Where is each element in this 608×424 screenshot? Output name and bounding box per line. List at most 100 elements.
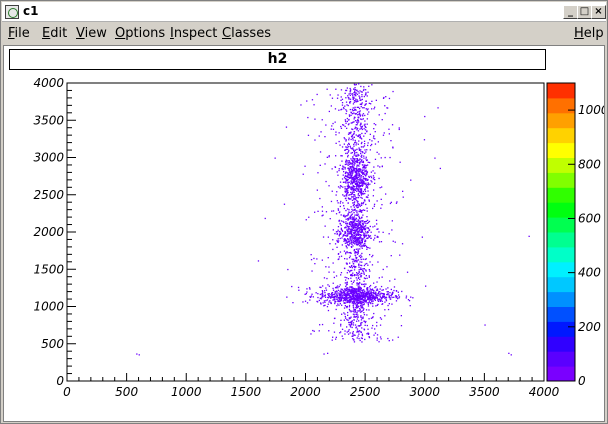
data-point [370, 144, 372, 147]
data-point [359, 137, 361, 139]
data-point [354, 195, 356, 197]
maximize-button[interactable]: □ [577, 5, 592, 19]
data-point [362, 283, 365, 286]
data-point [384, 301, 386, 303]
data-point [364, 297, 366, 299]
data-point [347, 182, 349, 184]
data-point [349, 232, 351, 234]
data-point [328, 293, 330, 295]
data-point [344, 138, 346, 140]
data-point [332, 262, 334, 264]
data-point [360, 99, 362, 101]
palette-tick-label: 1000 [578, 103, 604, 117]
data-point [328, 156, 330, 158]
data-point [375, 305, 377, 307]
data-point [356, 89, 358, 91]
data-point [352, 172, 354, 174]
data-point [363, 140, 366, 142]
data-point [327, 309, 330, 312]
close-button[interactable]: × [591, 5, 606, 19]
data-point [345, 285, 347, 287]
data-point [355, 306, 357, 309]
data-point [360, 319, 363, 321]
data-point [345, 306, 348, 308]
data-point [366, 186, 369, 188]
data-point [376, 304, 378, 306]
data-point [354, 214, 356, 216]
data-point [377, 299, 379, 301]
menu-view[interactable]: View [76, 26, 107, 41]
data-point [374, 106, 376, 108]
data-point [364, 290, 366, 292]
data-point [339, 303, 341, 305]
data-point [358, 242, 360, 244]
data-point [361, 161, 363, 163]
data-point [345, 182, 347, 184]
data-point [354, 274, 356, 276]
data-point [360, 159, 363, 162]
data-point [366, 178, 368, 180]
data-point [347, 95, 349, 97]
data-point [368, 290, 370, 292]
data-point [348, 93, 350, 95]
data-point [361, 306, 363, 308]
menu-help[interactable]: Help [574, 26, 604, 41]
menu-edit[interactable]: Edit [42, 26, 67, 41]
data-point [359, 256, 362, 259]
title-bar[interactable]: c1 _ □ × [2, 2, 606, 22]
data-point [344, 330, 346, 332]
data-point [390, 295, 393, 297]
data-point [355, 127, 357, 129]
menu-file[interactable]: File [8, 26, 30, 41]
data-point [356, 161, 358, 164]
data-point [338, 132, 340, 134]
data-point [365, 275, 367, 277]
data-point [356, 122, 359, 124]
data-point [352, 305, 354, 307]
data-point [360, 242, 362, 244]
data-point [362, 209, 364, 211]
data-point [358, 168, 360, 170]
histogram-plot[interactable]: 0 500 1000 1500 2000 2500 3000 3500 4000 0500100… [4, 68, 604, 423]
data-point [340, 89, 343, 91]
palette-swatch [547, 261, 575, 278]
data-point [361, 296, 363, 298]
data-point [322, 236, 325, 238]
data-point [357, 286, 359, 288]
data-point [352, 148, 354, 150]
data-point [352, 216, 354, 218]
plot-canvas[interactable]: h2 0 500 1000 1500 2000 2500 3000 3500 4000 0 500… [3, 45, 605, 422]
minimize-button[interactable]: _ [563, 5, 578, 19]
data-point [382, 268, 384, 271]
data-point [364, 192, 366, 195]
data-point [336, 200, 338, 202]
data-point [338, 109, 340, 111]
menu-inspect[interactable]: Inspect [170, 26, 217, 41]
data-point [342, 290, 345, 292]
data-point [316, 300, 318, 303]
data-point [364, 321, 366, 324]
menu-options[interactable]: Options [115, 26, 165, 41]
data-point [348, 223, 351, 225]
data-point [310, 295, 313, 297]
data-point [337, 202, 339, 204]
data-point [334, 243, 337, 245]
data-point [346, 294, 348, 296]
data-point [357, 335, 359, 337]
data-point [323, 300, 325, 302]
data-point [341, 155, 343, 157]
root-app-icon[interactable] [5, 5, 19, 19]
data-point [378, 231, 380, 233]
data-point [368, 275, 370, 277]
data-point [344, 120, 347, 122]
menu-classes[interactable]: Classes [222, 26, 271, 41]
data-point [361, 261, 363, 263]
data-point [359, 205, 361, 207]
data-point [355, 205, 358, 207]
data-point [355, 248, 358, 250]
data-point [340, 214, 342, 216]
data-point [359, 229, 361, 231]
data-point [392, 240, 394, 242]
data-point [356, 233, 358, 236]
data-point [350, 152, 352, 154]
